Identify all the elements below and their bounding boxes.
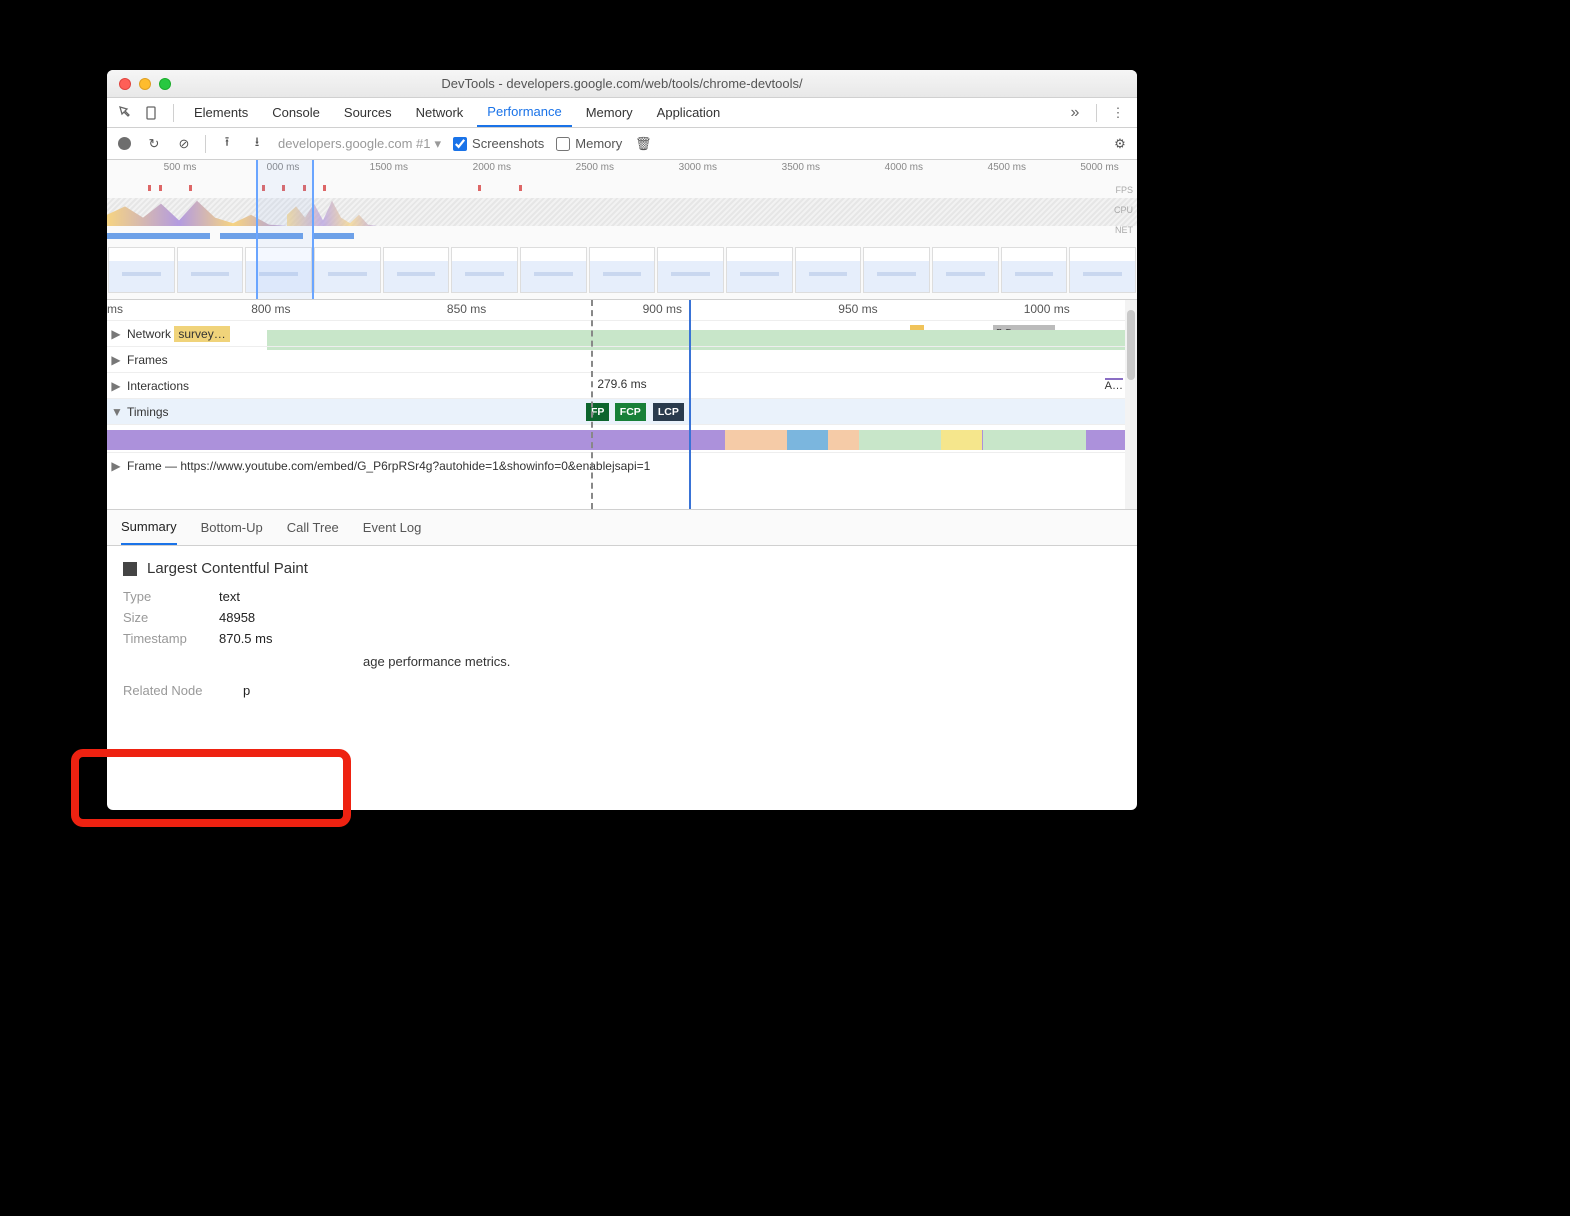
flamechart-pane[interactable]: ms 800 ms 850 ms 900 ms 950 ms 1000 ms ▶… [107, 300, 1137, 510]
tick: 950 ms [838, 302, 877, 316]
btab-summary[interactable]: Summary [121, 510, 177, 545]
value-size: 48958 [219, 610, 255, 625]
summary-title: Largest Contentful Paint [147, 560, 308, 577]
detail-ruler: ms 800 ms 850 ms 900 ms 950 ms 1000 ms [107, 300, 1137, 320]
value-type: text [219, 589, 240, 604]
playhead-line[interactable] [689, 300, 691, 509]
label-timestamp: Timestamp [123, 631, 209, 646]
value-timestamp: 870.5 ms [219, 631, 272, 646]
btab-bottomup[interactable]: Bottom-Up [201, 520, 263, 535]
label-type: Type [123, 589, 209, 604]
inspect-icon[interactable] [115, 102, 137, 124]
expand-icon[interactable]: ▶ [111, 353, 121, 367]
network-item: survey… [174, 326, 229, 342]
reload-icon[interactable]: ↻ [145, 135, 163, 153]
track-label: Frames [127, 353, 168, 367]
track-frames[interactable]: ▶ Frames 279.6 ms [107, 346, 1137, 372]
tab-memory[interactable]: Memory [576, 98, 643, 127]
tick: 800 ms [251, 302, 290, 316]
track-label: Frame — https://www.youtube.com/embed/G_… [127, 459, 650, 473]
tick: 500 ms [164, 162, 197, 173]
perf-toolbar: ↻ ⊘ ⭱ ⭳ developers.google.com #1 ▾ Scree… [107, 128, 1137, 160]
screenshots-label: Screenshots [472, 136, 544, 151]
tick: 900 ms [643, 302, 682, 316]
memory-label: Memory [575, 136, 622, 151]
track-label: Network [127, 327, 171, 341]
tick: 2000 ms [473, 162, 511, 173]
tick: 3500 ms [782, 162, 820, 173]
track-label: Timings [127, 405, 169, 419]
summary-extra-text: age performance metrics. [123, 654, 1121, 669]
recording-name: developers.google.com #1 [278, 136, 431, 151]
tick: 1000 ms [1024, 302, 1070, 316]
chevron-down-icon: ▾ [435, 136, 442, 152]
titlebar: DevTools - developers.google.com/web/too… [107, 70, 1137, 98]
range-start-line [591, 300, 593, 509]
clear-icon[interactable]: ⊘ [175, 135, 193, 153]
annotation-highlight-box [71, 749, 351, 827]
main-flame [107, 430, 1137, 450]
screenshots-checkbox[interactable]: Screenshots [453, 136, 544, 151]
recording-dropdown[interactable]: developers.google.com #1 ▾ [278, 136, 441, 152]
kebab-icon[interactable]: ⋮ [1107, 102, 1129, 124]
expand-icon[interactable]: ▶ [111, 459, 121, 473]
tab-network[interactable]: Network [406, 98, 474, 127]
timing-lcp[interactable]: LCP [653, 403, 684, 421]
track-timings[interactable]: ▼ Timings FP FCP LCP [107, 398, 1137, 424]
bottom-tabs: Summary Bottom-Up Call Tree Event Log [107, 510, 1137, 546]
track-frame[interactable]: ▶ Frame — https://www.youtube.com/embed/… [107, 452, 1137, 478]
separator [173, 104, 174, 122]
btab-calltree[interactable]: Call Tree [287, 520, 339, 535]
tick: 850 ms [447, 302, 486, 316]
summary-title-row: Largest Contentful Paint [123, 560, 1121, 577]
upload-icon[interactable]: ⭱ [218, 135, 236, 153]
scrollbar[interactable] [1125, 300, 1137, 509]
tab-console[interactable]: Console [262, 98, 330, 127]
window-title: DevTools - developers.google.com/web/too… [107, 76, 1137, 91]
tab-performance[interactable]: Performance [477, 98, 571, 127]
summary-panel: Largest Contentful Paint Type text Size 48… [107, 546, 1137, 718]
gear-icon[interactable]: ⚙ [1111, 135, 1129, 153]
tick: 3000 ms [679, 162, 717, 173]
overview-pane[interactable]: 500 ms 000 ms 1500 ms 2000 ms 2500 ms 30… [107, 160, 1137, 300]
tab-elements[interactable]: Elements [184, 98, 258, 127]
separator [1096, 104, 1097, 122]
record-button[interactable] [115, 135, 133, 153]
expand-icon[interactable]: ▶ [111, 327, 121, 341]
devtools-window: DevTools - developers.google.com/web/too… [107, 70, 1137, 810]
trash-icon[interactable]: 🗑 [634, 135, 652, 153]
memory-checkbox[interactable]: Memory [556, 136, 622, 151]
tick: 2500 ms [576, 162, 614, 173]
tick: 4000 ms [885, 162, 923, 173]
event-color-icon [123, 562, 137, 576]
separator [205, 135, 206, 153]
overview-selection[interactable] [256, 160, 314, 299]
label-related-node: Related Node [123, 683, 233, 698]
collapse-icon[interactable]: ▼ [111, 405, 121, 419]
download-icon[interactable]: ⭳ [248, 135, 266, 153]
tab-application[interactable]: Application [647, 98, 731, 127]
tick: 4500 ms [988, 162, 1026, 173]
expand-icon[interactable]: ▶ [111, 379, 121, 393]
tick: 1500 ms [370, 162, 408, 173]
overflow-icon[interactable]: » [1064, 102, 1086, 124]
tab-sources[interactable]: Sources [334, 98, 402, 127]
timing-fcp[interactable]: FCP [615, 403, 646, 421]
overview-lane-labels: FPSCPUNET [1114, 180, 1133, 240]
label-size: Size [123, 610, 209, 625]
track-interactions[interactable]: ▶ Interactions A… [107, 372, 1137, 398]
interaction-item: A… [1105, 378, 1123, 392]
device-icon[interactable] [141, 102, 163, 124]
panel-tabs: Elements Console Sources Network Perform… [107, 98, 1137, 128]
tick: ms [107, 302, 123, 316]
timing-fp[interactable]: FP [586, 403, 609, 421]
btab-eventlog[interactable]: Event Log [363, 520, 422, 535]
tick: 5000 ms [1080, 162, 1118, 173]
track-label: Interactions [127, 379, 189, 393]
value-related-node[interactable]: p [243, 683, 250, 698]
